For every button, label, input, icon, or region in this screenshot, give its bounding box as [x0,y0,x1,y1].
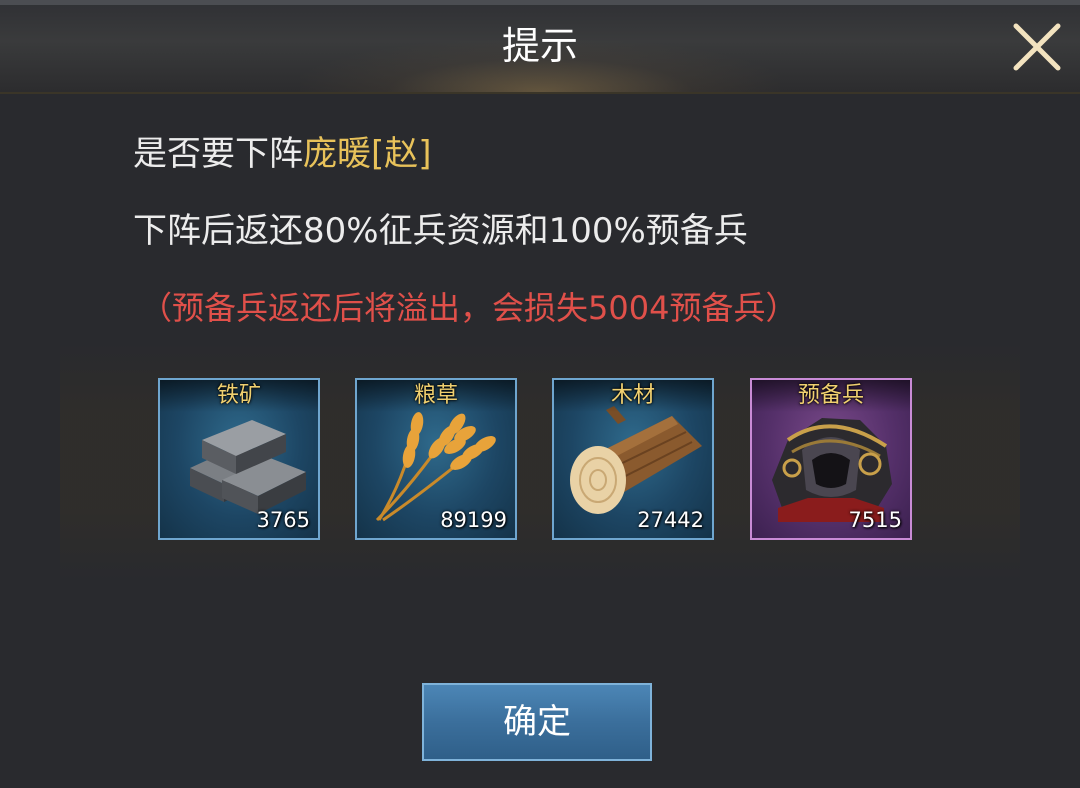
resource-item-grain[interactable]: 粮草 89199 [355,378,517,540]
close-icon [1013,23,1061,71]
message-prefix: 是否要下阵 [133,134,303,174]
resource-label: 预备兵 [797,383,864,408]
overflow-warning: （预备兵返还后将溢出，会损失5004预备兵） [140,289,798,327]
resource-label: 木材 [610,383,655,408]
dismiss-question: 是否要下阵庞暖[赵] [133,131,432,177]
resource-value: 89199 [440,508,507,532]
resource-value: 7515 [848,508,902,532]
general-name: 庞暖[赵] [303,134,432,174]
confirm-dialog: 提示 是否要下阵庞暖[赵] 下阵后返还80%征兵资源和100%预备兵 （预备兵返… [0,0,1080,788]
resource-value: 27442 [637,508,704,532]
confirm-button[interactable]: 确定 [422,683,652,761]
resource-label: 铁矿 [216,383,261,408]
resource-item-reserve[interactable]: 预备兵 7515 [750,378,912,540]
resource-value: 3765 [256,508,310,532]
resource-item-wood[interactable]: 木材 27442 [552,378,714,540]
resource-label: 粮草 [413,383,458,408]
dialog-title: 提示 [501,24,578,68]
close-button[interactable] [1008,18,1066,76]
resource-item-iron[interactable]: 铁矿 3765 [158,378,320,540]
return-info: 下阵后返还80%征兵资源和100%预备兵 [133,211,748,251]
